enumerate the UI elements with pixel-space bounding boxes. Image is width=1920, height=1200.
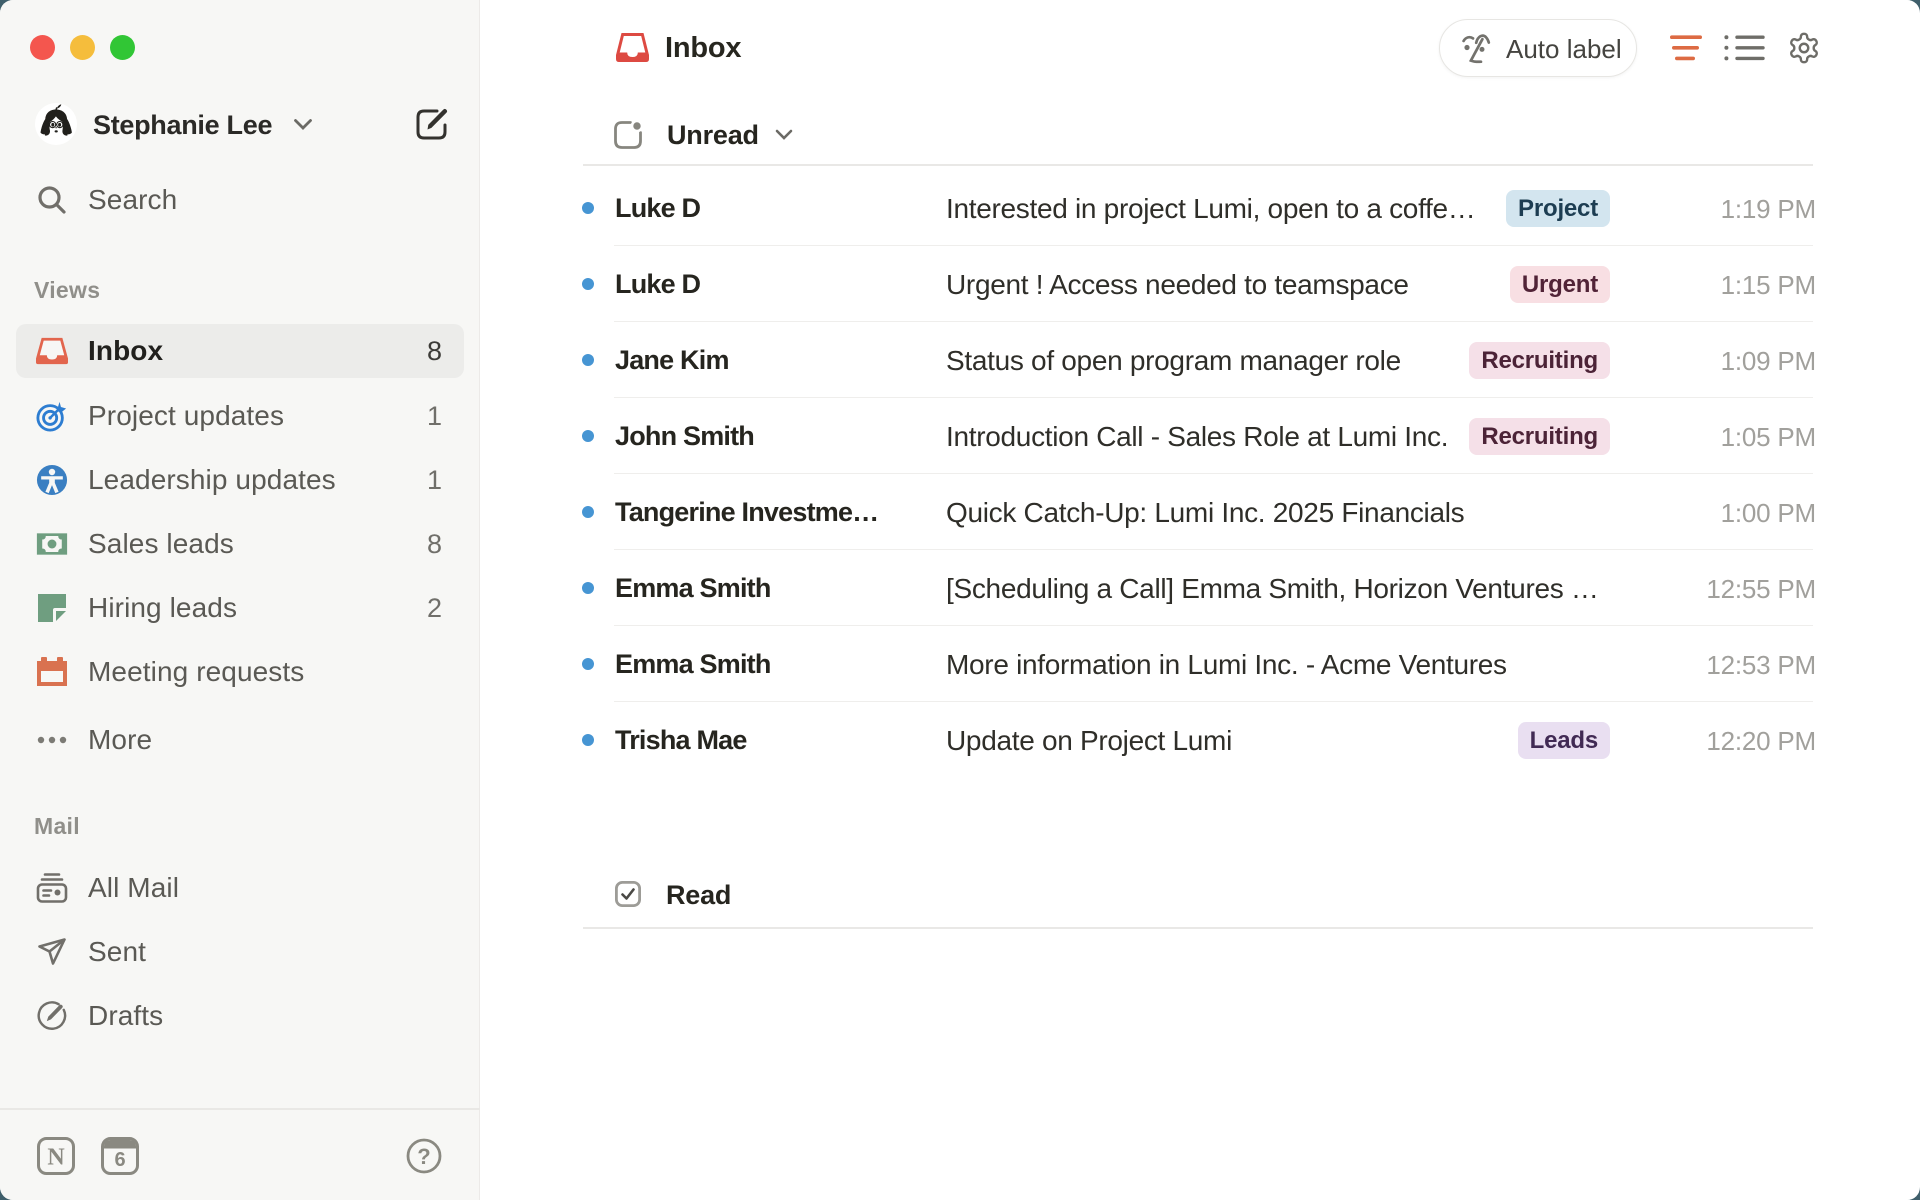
svg-text:?: ? xyxy=(417,1144,430,1169)
svg-text:N: N xyxy=(47,1145,65,1171)
svg-text:6: 6 xyxy=(114,1149,125,1171)
